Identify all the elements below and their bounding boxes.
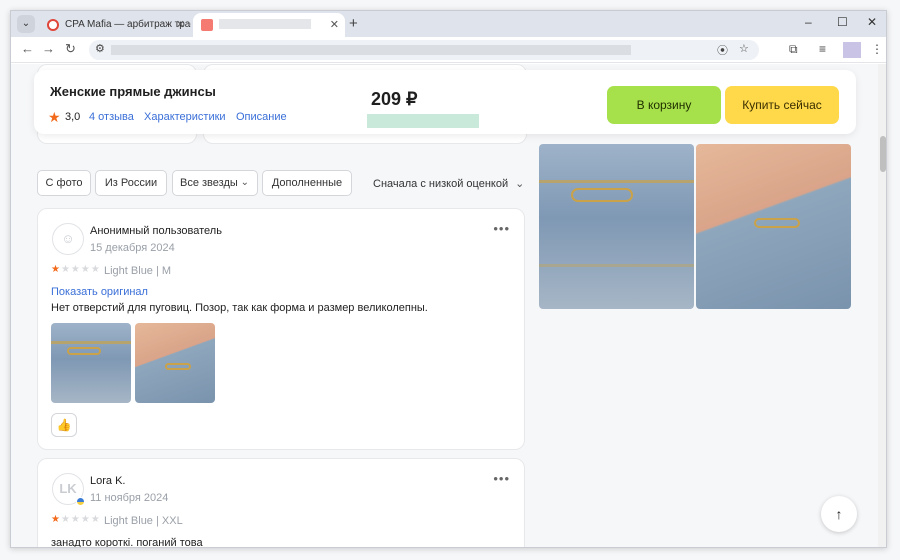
reading-list-icon[interactable]: ≡: [819, 42, 826, 56]
tab-cpa-mafia[interactable]: CPA Mafia — арбитраж трафи ✕: [39, 13, 191, 37]
tab-favicon-icon: [47, 19, 59, 31]
sort-label: Сначала с низкой оценкой: [373, 178, 509, 190]
chevron-down-icon: ⌄: [515, 178, 525, 190]
back-icon[interactable]: ←: [21, 41, 34, 56]
page-viewport: Женские прямые джинсы ★ 3,0 4 отзыва Хар…: [11, 64, 886, 548]
review-photo-thumb[interactable]: [51, 323, 131, 403]
product-price: 209 ₽: [371, 89, 418, 109]
review-stars: ★★★★★: [51, 514, 101, 525]
maximize-button[interactable]: ☐: [837, 15, 848, 29]
close-tab-icon[interactable]: ✕: [330, 13, 339, 37]
ukraine-flag-icon: [76, 497, 85, 506]
forward-icon[interactable]: →: [42, 41, 55, 56]
review-photo-large[interactable]: [696, 144, 851, 309]
chevron-down-icon: ⌄: [240, 177, 249, 188]
more-horizontal-icon[interactable]: •••: [493, 471, 510, 486]
browser-toolbar: ← → ↻ ⚙ ⦿ ☆ ⧉ ≡ ⋮: [11, 37, 886, 63]
tab-search-icon[interactable]: ⌄: [17, 15, 35, 33]
show-original-link[interactable]: Показать оригинал: [51, 286, 148, 298]
product-title: Женские прямые джинсы: [50, 84, 216, 99]
review-variant: Light Blue | M: [104, 265, 172, 277]
review-text: занадто короткі. поганий това: [51, 537, 203, 548]
avatar: ☺: [52, 223, 84, 255]
address-bar[interactable]: ⚙ ⦿ ☆: [89, 40, 759, 60]
specs-link[interactable]: Характеристики: [144, 111, 226, 123]
add-to-cart-button[interactable]: В корзину: [607, 86, 721, 124]
filter-from-russia[interactable]: Из России: [95, 170, 167, 196]
more-horizontal-icon[interactable]: •••: [493, 221, 510, 236]
browser-menu-icon[interactable]: ⋮: [871, 42, 883, 56]
tab-favicon-icon: [201, 19, 213, 31]
site-info-icon[interactable]: ⚙: [95, 42, 105, 55]
buy-now-button[interactable]: Купить сейчас: [725, 86, 839, 124]
review-photo-large[interactable]: [539, 144, 694, 309]
review-author: Lora K.: [90, 475, 126, 487]
scrollbar[interactable]: [878, 64, 886, 547]
price-subtext-redacted: [367, 114, 479, 128]
url-redacted: [111, 45, 631, 55]
tab-title: CPA Mafia — арбитраж трафи: [65, 19, 191, 30]
scrollbar-thumb[interactable]: [880, 136, 886, 172]
tab-strip: ⌄ CPA Mafia — арбитраж трафи ✕ ✕ + – ☐ ✕: [11, 11, 886, 37]
review-stars: ★★★★★: [51, 264, 101, 275]
review-text: Нет отверстий для пуговиц. Позор, так ка…: [51, 302, 428, 314]
filter-stars-dropdown[interactable]: Все звезды ⌄: [172, 170, 258, 196]
review-photo-thumb[interactable]: [135, 323, 215, 403]
description-link[interactable]: Описание: [236, 111, 287, 123]
extensions-icon[interactable]: ⧉: [789, 42, 798, 57]
browser-window: ⌄ CPA Mafia — арбитраж трафи ✕ ✕ + – ☐ ✕…: [10, 10, 887, 548]
profile-avatar[interactable]: [843, 42, 861, 58]
minimize-button[interactable]: –: [805, 15, 812, 29]
review-date: 15 декабря 2024: [90, 242, 175, 254]
thumbs-up-icon[interactable]: 👍: [51, 413, 77, 437]
rating-value: 3,0: [65, 111, 81, 123]
tab-title-redacted: [219, 19, 311, 30]
filter-with-photo[interactable]: С фото: [37, 170, 91, 196]
scroll-to-top-button[interactable]: ↑: [821, 496, 857, 532]
sticky-product-header: Женские прямые джинсы ★ 3,0 4 отзыва Хар…: [34, 70, 856, 134]
arrow-up-icon: ↑: [835, 506, 843, 522]
filter-supplemented[interactable]: Дополненные: [262, 170, 352, 196]
star-icon: ★: [48, 109, 61, 125]
review-card: LK Lora K. 11 ноября 2024 ••• ★★★★★ Ligh…: [37, 458, 525, 548]
bookmark-star-icon[interactable]: ☆: [739, 42, 749, 55]
close-window-button[interactable]: ✕: [867, 15, 877, 29]
filter-stars-label: Все звезды: [180, 177, 238, 189]
sort-dropdown[interactable]: Сначала с низкой оценкой ⌄: [373, 177, 524, 190]
reviews-count-link[interactable]: 4 отзыва: [89, 111, 134, 123]
new-tab-button[interactable]: +: [349, 15, 358, 32]
review-date: 11 ноября 2024: [90, 492, 169, 504]
tab-active[interactable]: ✕: [193, 13, 345, 37]
review-card: ☺ Анонимный пользователь 15 декабря 2024…: [37, 208, 525, 450]
close-tab-icon[interactable]: ✕: [176, 13, 185, 37]
cast-icon[interactable]: ⦿: [717, 42, 728, 58]
reload-icon[interactable]: ↻: [65, 41, 76, 57]
review-variant: Light Blue | XXL: [104, 515, 183, 527]
review-author: Анонимный пользователь: [90, 225, 222, 237]
